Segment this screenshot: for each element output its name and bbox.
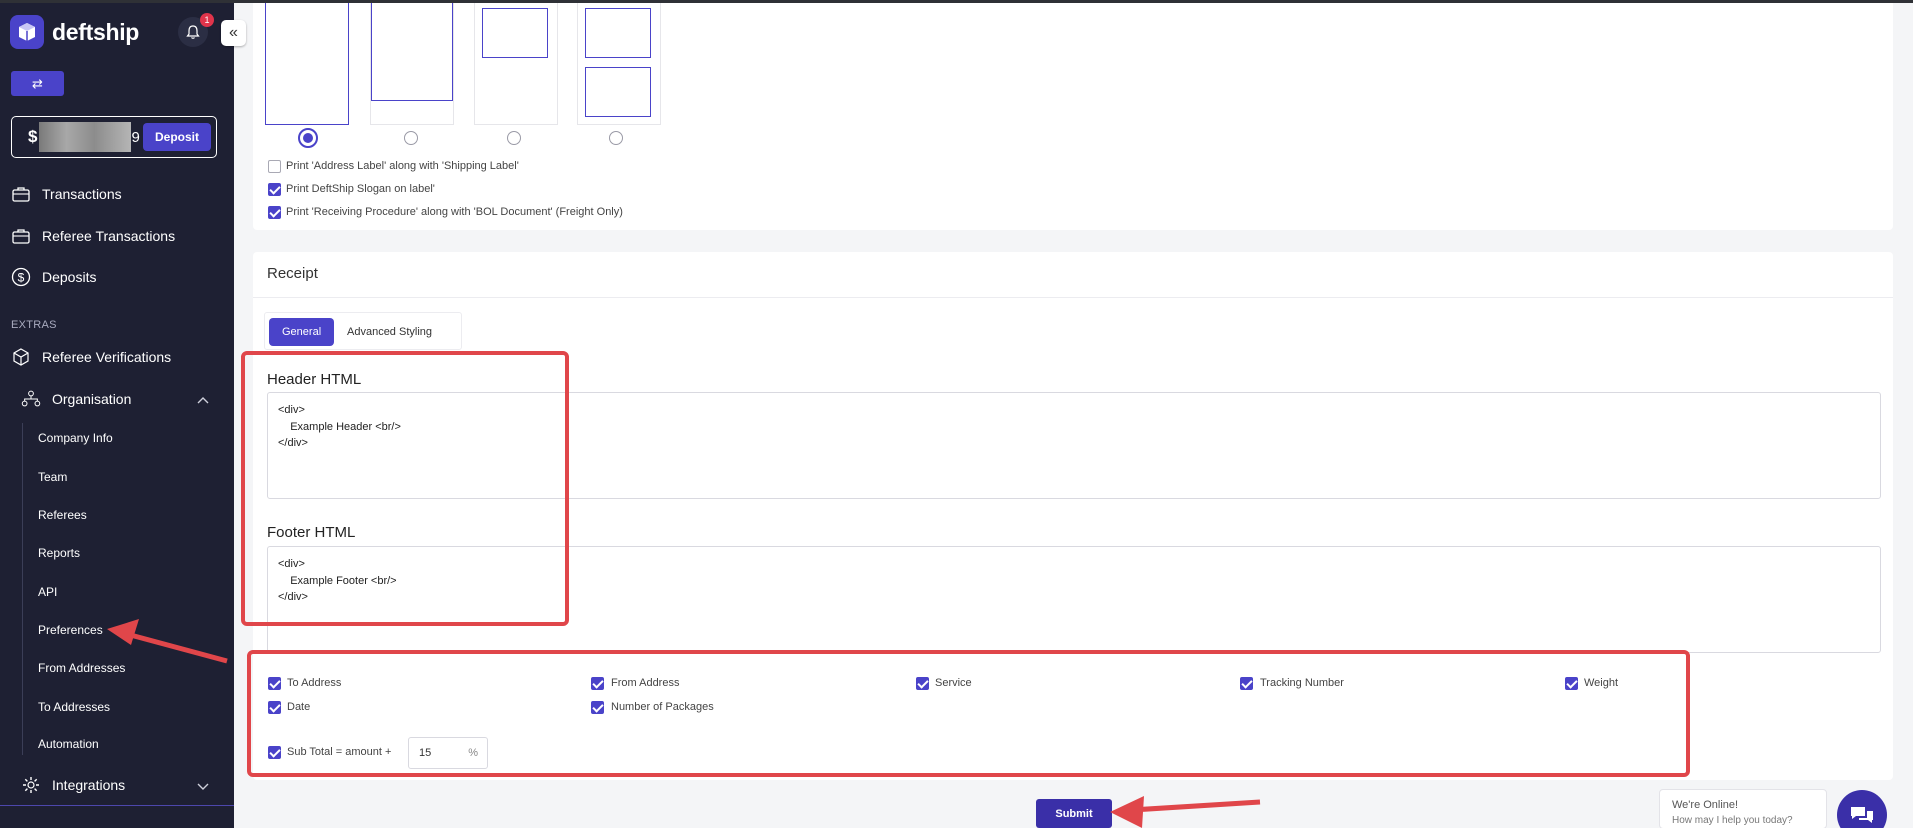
- header-html-label: Header HTML: [267, 371, 362, 388]
- tab-advanced-styling[interactable]: Advanced Styling: [347, 318, 432, 346]
- sidebar-item-transactions[interactable]: Transactions: [11, 184, 122, 204]
- layout-radio-1[interactable]: [298, 128, 318, 148]
- option-tracking-number-checkbox[interactable]: [1240, 677, 1253, 690]
- annotation-arrow-preferences-icon: [107, 619, 228, 664]
- option-weight-label: Weight: [1584, 677, 1619, 689]
- balance-tail: 9: [131, 128, 140, 146]
- option-weight-checkbox[interactable]: [1565, 677, 1578, 690]
- option-from-address-checkbox[interactable]: [591, 677, 604, 690]
- sidebar-item-label: Transactions: [42, 186, 122, 202]
- header-html-textarea[interactable]: <div> Example Header <br/> </div>: [267, 392, 1881, 499]
- extras-heading: EXTRAS: [11, 319, 57, 331]
- layout-radio-4[interactable]: [609, 131, 623, 145]
- sidebar-item-label: Deposits: [42, 269, 97, 285]
- sidebar-item-label: Organisation: [52, 391, 132, 407]
- cube-icon: [11, 347, 31, 367]
- collapse-sidebar-button[interactable]: «: [221, 20, 246, 46]
- option-to-address-label: To Address: [287, 677, 342, 689]
- sidebar-item-referee-transactions[interactable]: Referee Transactions: [11, 226, 175, 246]
- sidebar-item-integrations[interactable]: Integrations: [21, 775, 125, 795]
- sidebar-divider: [0, 805, 234, 806]
- svg-text:$: $: [18, 271, 25, 285]
- sidebar-subitem-api[interactable]: API: [38, 585, 57, 599]
- org-chart-icon: [21, 389, 41, 409]
- briefcase-icon: [11, 226, 31, 246]
- layout-option-3[interactable]: [474, 0, 558, 125]
- briefcase-icon: [11, 184, 31, 204]
- sidebar-item-label: Referee Transactions: [42, 228, 176, 244]
- address-label-option-label: Print 'Address Label' along with 'Shippi…: [286, 160, 519, 172]
- deposit-button[interactable]: Deposit: [142, 123, 211, 151]
- sidebar-item-deposits[interactable]: $ Deposits: [11, 267, 96, 287]
- receiving-procedure-checkbox[interactable]: [268, 206, 281, 219]
- sidebar-subitem-referees[interactable]: Referees: [38, 508, 87, 522]
- layout-option-2[interactable]: [370, 0, 454, 125]
- swap-arrows-icon: ⇄: [32, 75, 43, 91]
- option-date-checkbox[interactable]: [268, 701, 281, 714]
- subtotal-label: Sub Total = amount +: [287, 746, 392, 758]
- label-settings-card: Print 'Address Label' along with 'Shippi…: [253, 0, 1893, 230]
- sidebar-item-label: Referee Verifications: [42, 349, 172, 365]
- sidebar-subitem-automation[interactable]: Automation: [38, 737, 99, 751]
- option-date-label: Date: [287, 701, 311, 713]
- gear-icon: [21, 775, 41, 795]
- option-number-of-packages-checkbox[interactable]: [591, 701, 604, 714]
- chevron-down-icon[interactable]: [196, 779, 210, 793]
- sidebar-subitem-to-addresses[interactable]: To Addresses: [38, 700, 110, 714]
- slogan-option-label: Print DeftShip Slogan on label': [286, 183, 435, 195]
- chat-online-text: We're Online!: [1672, 799, 1739, 811]
- submenu-line: [22, 423, 23, 755]
- option-tracking-number-label: Tracking Number: [1260, 677, 1344, 689]
- option-number-of-packages-label: Number of Packages: [611, 701, 714, 713]
- sidebar-subitem-company-info[interactable]: Company Info: [38, 431, 113, 445]
- notification-badge: 1: [200, 13, 214, 27]
- footer-html-label: Footer HTML: [267, 524, 356, 541]
- dollar-circle-icon: $: [11, 267, 31, 287]
- sidebar-item-organisation[interactable]: Organisation: [21, 389, 131, 409]
- address-label-checkbox[interactable]: [268, 160, 281, 173]
- receipt-divider: [253, 297, 1893, 298]
- submit-button[interactable]: Submit: [1036, 799, 1112, 828]
- sidebar-subitem-preferences[interactable]: Preferences: [38, 623, 103, 637]
- sidebar-subitem-team[interactable]: Team: [38, 470, 67, 484]
- slogan-checkbox[interactable]: [268, 183, 281, 196]
- sidebar-item-referee-verifications[interactable]: Referee Verifications: [11, 347, 171, 367]
- brand-name: deftship: [52, 18, 140, 45]
- box-logo-icon: [10, 15, 44, 49]
- chat-prompt[interactable]: We're Online! How may I help you today?: [1659, 789, 1827, 828]
- balance-box: $ 9 Deposit: [11, 116, 217, 158]
- chevron-up-icon[interactable]: [196, 393, 210, 407]
- double-chevron-left-icon: «: [229, 24, 238, 41]
- subtotal-checkbox[interactable]: [268, 746, 281, 759]
- option-service-label: Service: [935, 677, 972, 689]
- brand[interactable]: deftship: [10, 15, 139, 49]
- receipt-tabs: General Advanced Styling: [264, 312, 462, 350]
- layout-option-4[interactable]: [577, 0, 661, 125]
- chat-help-text: How may I help you today?: [1672, 815, 1793, 826]
- sidebar-subitem-reports[interactable]: Reports: [38, 546, 80, 560]
- layout-radio-3[interactable]: [507, 131, 521, 145]
- subtotal-value: 15: [419, 747, 432, 759]
- main-content: Print 'Address Label' along with 'Shippi…: [234, 0, 1913, 828]
- sidebar: deftship 1 ⇄ $ 9 Deposit Transactions Re…: [0, 0, 234, 828]
- layout-option-1[interactable]: [265, 0, 349, 125]
- subtotal-percent-input[interactable]: 15 %: [408, 737, 488, 769]
- option-service-checkbox[interactable]: [916, 677, 929, 690]
- option-to-address-checkbox[interactable]: [268, 677, 281, 690]
- option-from-address-label: From Address: [611, 677, 680, 689]
- footer-html-textarea[interactable]: <div> Example Footer <br/> </div>: [267, 546, 1881, 653]
- top-strip: [0, 0, 1913, 3]
- layout-radio-2[interactable]: [404, 131, 418, 145]
- receiving-procedure-option-label: Print 'Receiving Procedure' along with '…: [286, 206, 623, 218]
- balance-currency: $: [28, 127, 38, 146]
- tab-general[interactable]: General: [269, 318, 335, 346]
- sidebar-item-label: Integrations: [52, 777, 126, 793]
- balance-redacted: [39, 122, 132, 152]
- percent-suffix: %: [468, 747, 478, 759]
- receipt-title: Receipt: [267, 265, 318, 282]
- receipt-card: Receipt General Advanced Styling Header …: [253, 252, 1893, 780]
- annotation-arrow-submit-icon: [1110, 796, 1261, 828]
- switch-account-button[interactable]: ⇄: [11, 71, 64, 96]
